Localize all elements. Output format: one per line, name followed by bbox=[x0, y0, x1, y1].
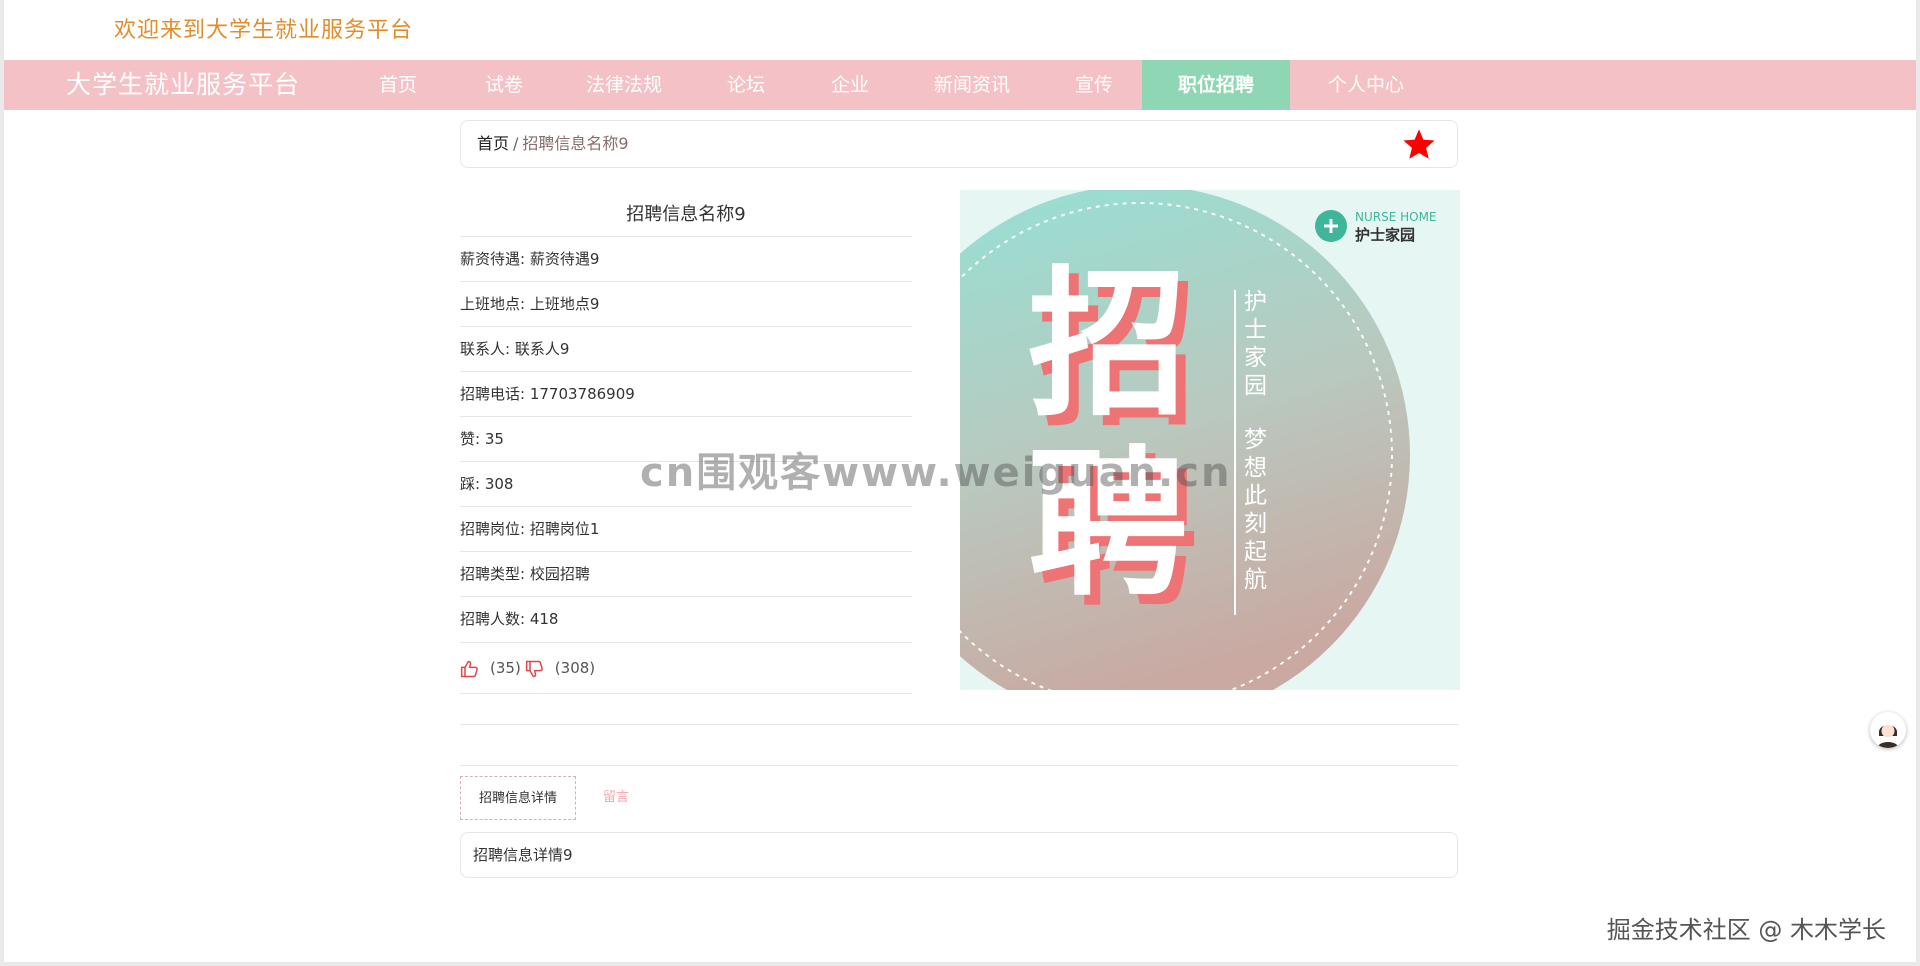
nav-item-news[interactable]: 新闻资讯 bbox=[920, 60, 1024, 110]
divider-top bbox=[460, 724, 1458, 725]
nav-item-promo[interactable]: 宣传 bbox=[1052, 60, 1136, 110]
top-navbar: 大学生就业服务平台 首页 试卷 法律法规 论坛 企业 新闻资讯 宣传 职位招聘 … bbox=[4, 60, 1916, 110]
job-details-content: 招聘信息详情9 bbox=[460, 832, 1458, 878]
breadcrumb: 首页 / 招聘信息名称9 bbox=[460, 120, 1458, 168]
welcome-text: 欢迎来到大学生就业服务平台 bbox=[114, 18, 414, 43]
tab-comments[interactable]: 留言 bbox=[588, 776, 644, 820]
poster-side-text-2: 梦想此刻起航 bbox=[1244, 427, 1267, 593]
nav-item-jobs[interactable]: 职位招聘 bbox=[1142, 60, 1290, 110]
job-title: 招聘信息名称9 bbox=[626, 204, 746, 225]
info-row-salary: 薪资待遇: 薪资待遇9 bbox=[460, 236, 912, 280]
breadcrumb-current: 招聘信息名称9 bbox=[522, 134, 629, 153]
thumbs-up-icon[interactable] bbox=[460, 659, 480, 679]
info-row-contact: 联系人: 联系人9 bbox=[460, 326, 912, 370]
nav-item-home[interactable]: 首页 bbox=[356, 60, 440, 110]
poster-side-text-1: 护士家园 bbox=[1244, 289, 1267, 399]
breadcrumb-separator: / bbox=[513, 134, 519, 153]
page-frame: 欢迎来到大学生就业服务平台 大学生就业服务平台 首页 试卷 法律法规 论坛 企业… bbox=[4, 0, 1916, 962]
star-favorite-icon[interactable] bbox=[1401, 127, 1437, 163]
nav-item-laws[interactable]: 法律法规 bbox=[572, 60, 676, 110]
poster-brand-en: NURSE HOME bbox=[1355, 210, 1437, 224]
dislike-count: (308) bbox=[554, 659, 596, 677]
credit-text: 掘金技术社区 @ 木木学长 bbox=[1606, 916, 1886, 944]
poster-brand-cn: 护士家园 bbox=[1355, 226, 1416, 244]
info-row-phone: 招聘电话: 17703786909 bbox=[460, 371, 912, 415]
breadcrumb-home-link[interactable]: 首页 bbox=[477, 134, 509, 153]
floating-avatar-button[interactable] bbox=[1870, 712, 1906, 748]
nav-item-company[interactable]: 企业 bbox=[808, 60, 892, 110]
poster-big-char-1: 招 bbox=[1028, 251, 1189, 438]
vote-row: (35) (308) bbox=[460, 642, 912, 694]
tab-job-details[interactable]: 招聘信息详情 bbox=[460, 776, 576, 820]
site-title[interactable]: 大学生就业服务平台 bbox=[66, 60, 300, 110]
info-row-location: 上班地点: 上班地点9 bbox=[460, 281, 912, 325]
like-count: (35) bbox=[490, 659, 521, 677]
nav-item-exam[interactable]: 试卷 bbox=[462, 60, 546, 110]
thumbs-down-icon[interactable] bbox=[525, 659, 545, 679]
watermark-text: cn围观客www.weiguan.cn bbox=[640, 450, 1232, 496]
info-row-headcount: 招聘人数: 418 bbox=[460, 596, 912, 640]
info-row-type: 招聘类型: 校园招聘 bbox=[460, 551, 912, 595]
nav-item-profile[interactable]: 个人中心 bbox=[1314, 60, 1418, 110]
info-row-position: 招聘岗位: 招聘岗位1 bbox=[460, 506, 912, 550]
avatar-icon bbox=[1870, 712, 1906, 748]
nav-item-forum[interactable]: 论坛 bbox=[704, 60, 788, 110]
divider-bottom bbox=[460, 765, 1458, 766]
